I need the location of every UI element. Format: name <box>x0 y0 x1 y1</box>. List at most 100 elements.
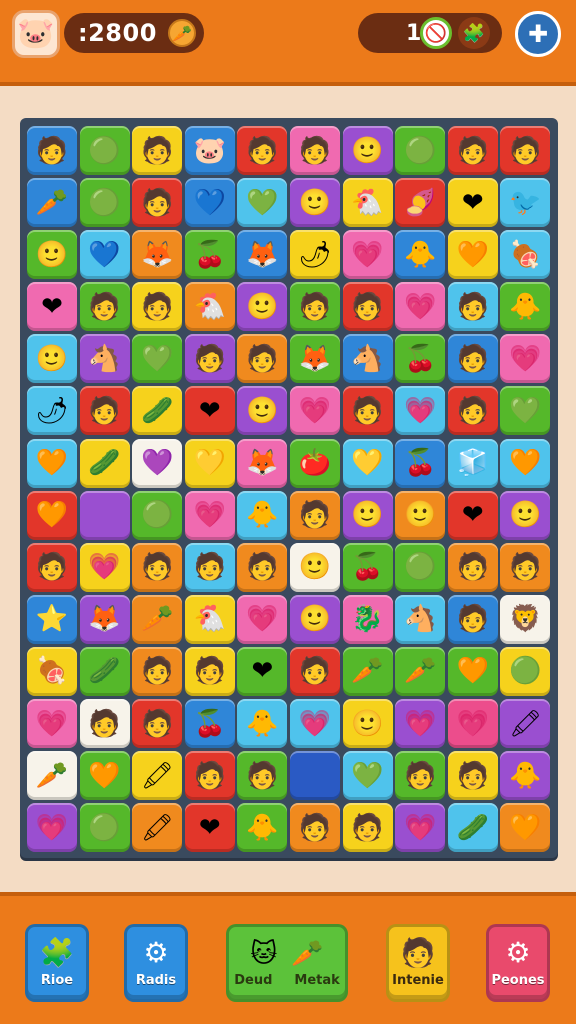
tile[interactable]: 🧑 <box>79 282 130 332</box>
tile[interactable]: 🥕 <box>395 646 446 696</box>
tile[interactable]: 💗 <box>342 230 393 280</box>
tile[interactable]: 🧑 <box>132 542 183 592</box>
tile[interactable]: 🦊 <box>132 230 183 280</box>
tile[interactable]: 💛 <box>342 438 393 488</box>
tile[interactable]: 💗 <box>237 594 288 644</box>
tile[interactable]: 🙂 <box>237 282 288 332</box>
tile[interactable]: 🧡 <box>447 646 498 696</box>
tile[interactable]: 🟢 <box>395 542 446 592</box>
tile[interactable]: 🧑 <box>132 178 183 228</box>
tile[interactable]: 🙂 <box>342 699 393 749</box>
tile[interactable]: 🟢 <box>132 490 183 540</box>
tile[interactable]: 🥕 <box>342 646 393 696</box>
tile[interactable]: 💗 <box>79 542 130 592</box>
tile[interactable]: 🙂 <box>289 542 340 592</box>
tile[interactable]: 🧑 <box>184 751 235 801</box>
tile[interactable]: 🧑 <box>447 386 498 436</box>
tile[interactable]: 🖍 <box>132 751 183 801</box>
tile[interactable]: 🦊 <box>289 334 340 384</box>
tile[interactable]: 🟢 <box>79 803 130 853</box>
tile[interactable]: 🧑 <box>132 282 183 332</box>
tile[interactable]: 💗 <box>395 699 446 749</box>
tile[interactable]: 🧑 <box>395 751 446 801</box>
tile[interactable]: 🦊 <box>79 594 130 644</box>
tile[interactable]: 🧑 <box>27 126 77 175</box>
tile[interactable]: 🙂 <box>342 490 393 540</box>
tile[interactable]: 🙂 <box>289 178 340 228</box>
tile[interactable]: 🙂 <box>342 126 393 175</box>
tile[interactable]: 🐥 <box>500 282 551 332</box>
tile[interactable] <box>289 751 340 801</box>
tile[interactable]: 🙂 <box>395 490 446 540</box>
tile[interactable]: 🧡 <box>27 438 77 488</box>
tile[interactable]: 💗 <box>447 699 498 749</box>
tile[interactable]: 🥒 <box>132 386 183 436</box>
tile[interactable]: 🥕 <box>27 751 77 801</box>
tile[interactable]: 🧑 <box>184 646 235 696</box>
tile[interactable] <box>79 490 130 540</box>
tile[interactable]: 🍒 <box>342 542 393 592</box>
tile[interactable]: 🍒 <box>184 699 235 749</box>
tile[interactable]: 🖍 <box>132 803 183 853</box>
tile[interactable]: 🙂 <box>27 230 77 280</box>
tile[interactable]: 💗 <box>289 699 340 749</box>
tile[interactable]: 🧑 <box>237 751 288 801</box>
tile[interactable]: 🐔 <box>342 178 393 228</box>
tile[interactable]: 🧑 <box>237 126 288 175</box>
tile[interactable]: 💗 <box>289 386 340 436</box>
intenie-button[interactable]: 🧑 Intenie <box>386 924 450 1002</box>
tile[interactable]: 🐥 <box>237 490 288 540</box>
tile[interactable]: 🐷 <box>184 126 235 175</box>
tile[interactable]: 🦊 <box>237 230 288 280</box>
tile[interactable]: 🥕 <box>27 178 77 228</box>
tile[interactable]: 🧑 <box>447 542 498 592</box>
tile[interactable]: 🧑 <box>184 542 235 592</box>
tile[interactable]: 💗 <box>27 699 77 749</box>
tile[interactable]: 🟢 <box>79 178 130 228</box>
tile[interactable]: 🐔 <box>184 282 235 332</box>
tile[interactable]: 🧑 <box>237 542 288 592</box>
tile[interactable]: 💚 <box>500 386 551 436</box>
tile[interactable]: 🟢 <box>395 126 446 175</box>
tile[interactable]: 🧡 <box>500 438 551 488</box>
tile[interactable]: 🦊 <box>237 438 288 488</box>
tile[interactable]: 🧑 <box>447 126 498 175</box>
tile[interactable]: 🖍 <box>500 699 551 749</box>
tile[interactable]: 🧡 <box>79 751 130 801</box>
tile[interactable]: 🧑 <box>447 594 498 644</box>
tile[interactable]: 💗 <box>395 282 446 332</box>
tile[interactable]: 💗 <box>184 490 235 540</box>
tile[interactable]: 🐥 <box>395 230 446 280</box>
peones-button[interactable]: ⚙ Peones <box>486 924 550 1002</box>
tile[interactable]: 💗 <box>395 386 446 436</box>
tile[interactable]: 🧑 <box>447 282 498 332</box>
tile[interactable]: 🐦 <box>500 178 551 228</box>
tile[interactable]: ❤ <box>184 386 235 436</box>
tile[interactable]: 🧑 <box>289 126 340 175</box>
tile[interactable]: 💜 <box>132 438 183 488</box>
tile[interactable]: ❤ <box>237 646 288 696</box>
tile[interactable]: 🧑 <box>342 803 393 853</box>
tile[interactable]: 🧑 <box>27 542 77 592</box>
tile[interactable]: 🙂 <box>500 490 551 540</box>
tile[interactable]: 💚 <box>132 334 183 384</box>
tile[interactable]: 🧑 <box>342 282 393 332</box>
tile[interactable]: 🧑 <box>132 699 183 749</box>
tile[interactable]: 🟢 <box>500 646 551 696</box>
tile[interactable]: 🦁 <box>500 594 551 644</box>
tile[interactable]: 🧑 <box>289 490 340 540</box>
deud-metak-button[interactable]: 🐱 🥕 Deud Metak <box>226 924 348 1002</box>
tile[interactable]: ⭐ <box>27 594 77 644</box>
tile[interactable]: 🧑 <box>289 282 340 332</box>
tile[interactable]: 🍅 <box>289 438 340 488</box>
tile[interactable]: 🥕 <box>132 594 183 644</box>
tile[interactable]: 🐉 <box>342 594 393 644</box>
tile[interactable]: 🌶 <box>27 386 77 436</box>
tile[interactable]: 💗 <box>395 803 446 853</box>
tile[interactable]: 🐴 <box>395 594 446 644</box>
tile[interactable]: 🧑 <box>289 646 340 696</box>
tile[interactable]: ❤ <box>447 178 498 228</box>
tile[interactable]: 🥒 <box>447 803 498 853</box>
tile[interactable]: 💙 <box>184 178 235 228</box>
tile[interactable]: 🧡 <box>500 803 551 853</box>
